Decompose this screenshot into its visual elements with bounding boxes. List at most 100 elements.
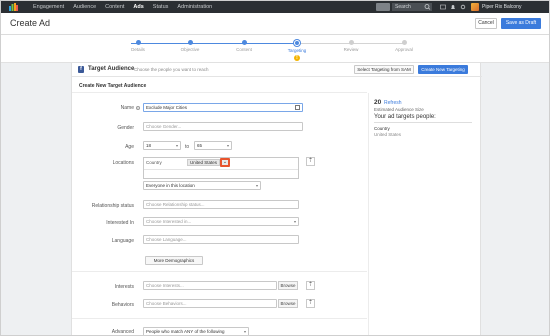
step-label: Targeting [287, 48, 307, 53]
name-value: Exclude Major Cities [146, 105, 188, 110]
search-icon[interactable] [423, 3, 432, 11]
progress-stepper: Details Objective Content Targeting ! Re… [1, 35, 549, 63]
nav-ads[interactable]: Ads [133, 3, 143, 11]
step-details[interactable]: Details [113, 40, 163, 52]
country-select[interactable]: United States [187, 159, 220, 166]
section-title: Create New Target Audience [79, 83, 147, 89]
behaviors-browse-button[interactable]: Browse [278, 299, 298, 308]
step-label: Approval [395, 47, 413, 52]
avatar[interactable] [471, 3, 479, 11]
location-mode-select[interactable]: Everyone in this location ▾ [143, 181, 261, 190]
save-as-draft-button[interactable]: Save as Draft [501, 18, 541, 29]
panel-divider [368, 93, 369, 335]
locations-label: Locations [112, 160, 134, 166]
nav-content[interactable]: Content [105, 3, 124, 11]
target-audience-subtitle: Choose the people you want to reach [134, 67, 209, 72]
step-label: Content [236, 47, 252, 52]
advanced-value: People who match ANY of the following [146, 329, 225, 334]
target-audience-bar: f Target Audience Choose the people you … [72, 63, 482, 77]
nav-status[interactable]: Status [153, 3, 169, 11]
upload-icon[interactable]: ⇡ [306, 157, 315, 166]
interests-field[interactable]: Choose Interests... [143, 281, 277, 290]
relationship-label: Relationship status [91, 203, 134, 209]
country-label: Country [146, 160, 162, 165]
warning-icon: ! [294, 55, 300, 61]
chevron-down-icon[interactable]: ⌄ [220, 158, 230, 167]
chevron-down-icon: ▾ [293, 219, 296, 224]
step-review[interactable]: Review [326, 40, 376, 52]
audience-heading: Your ad targets people: [374, 114, 436, 120]
age-to-value: 65 [197, 143, 203, 148]
step-label: Details [131, 47, 145, 52]
gender-select[interactable]: Choose Gender... [143, 122, 303, 131]
app-window: Engagement Audience Content Ads Status A… [0, 0, 550, 336]
step-label: Objective [180, 47, 200, 52]
advanced-select[interactable]: People who match ANY of the following ▾ [143, 327, 249, 335]
upload-icon[interactable]: ⇡ [306, 281, 315, 290]
user-menu-button[interactable] [376, 3, 390, 11]
interested-in-select[interactable]: Choose Interested in... ▾ [143, 217, 299, 226]
nav-engagement[interactable]: Engagement [33, 3, 64, 11]
interested-in-placeholder: Choose Interested in... [146, 219, 192, 224]
divider [72, 92, 367, 93]
name-label: Name [120, 105, 134, 111]
step-content[interactable]: Content [219, 40, 269, 52]
audience-country-value: United States [374, 132, 402, 137]
facebook-icon: f [78, 66, 84, 73]
language-label: Language [111, 238, 134, 244]
top-nav: Engagement Audience Content Ads Status A… [1, 1, 549, 13]
nav-links: Engagement Audience Content Ads Status A… [33, 1, 221, 13]
select-targeting-sam-button[interactable]: Select Targeting from SAM [354, 65, 414, 74]
divider [144, 169, 298, 170]
page-header: Create Ad Cancel Save as Draft [1, 13, 549, 35]
account-name[interactable]: Piper Rix Balcony [482, 1, 521, 13]
behaviors-label: Behaviors [111, 302, 134, 308]
age-label: Age [125, 144, 134, 150]
targeting-panel: f Target Audience Choose the people you … [71, 63, 482, 335]
nav-audience[interactable]: Audience [73, 3, 96, 11]
divider [72, 271, 367, 272]
nav-administration[interactable]: Administration [177, 3, 212, 11]
audience-count: 20 [374, 99, 382, 106]
audience-size-label: Estimated Audience Size [374, 107, 424, 112]
audience-country-label: Country [374, 126, 390, 131]
info-icon[interactable]: i [136, 106, 140, 110]
app-logo-icon[interactable] [9, 3, 18, 11]
age-from-value: 18 [146, 143, 152, 148]
advanced-label: Advanced [111, 329, 134, 335]
divider [374, 122, 472, 123]
create-new-targeting-button[interactable]: Create New Targeting [418, 65, 468, 74]
settings-icon[interactable] [460, 4, 466, 10]
interests-label: Interests [114, 284, 134, 290]
location-mode-value: Everyone in this location [146, 183, 195, 188]
step-targeting[interactable]: Targeting ! [272, 40, 322, 61]
page-title: Create Ad [10, 18, 51, 28]
messages-icon[interactable] [440, 4, 446, 10]
age-to-label: to [185, 144, 190, 150]
step-approval[interactable]: Approval [379, 40, 429, 52]
cancel-button[interactable]: Cancel [475, 18, 497, 29]
more-demographics-button[interactable]: More Demographics [145, 256, 203, 265]
age-from-select[interactable]: 18 ▾ [143, 141, 181, 150]
chevron-down-icon: ▾ [243, 329, 246, 334]
behaviors-field[interactable]: Choose Behaviors... [143, 299, 277, 308]
chevron-down-icon: ▾ [255, 183, 258, 188]
step-label: Review [343, 47, 359, 52]
chevron-down-icon: ▾ [175, 143, 178, 148]
refresh-link[interactable]: Refresh [384, 100, 402, 106]
grid-icon[interactable] [295, 105, 300, 110]
notifications-icon[interactable] [450, 4, 456, 10]
relationship-select[interactable]: Choose Relationship status... [143, 200, 299, 209]
language-select[interactable]: Choose Language... [143, 235, 299, 244]
age-to-select[interactable]: 65 ▾ [194, 141, 232, 150]
chevron-down-icon: ▾ [226, 143, 229, 148]
upload-icon[interactable]: ⇡ [306, 299, 315, 308]
step-objective[interactable]: Objective [165, 40, 215, 52]
locations-field[interactable]: Country United States ⌄ [143, 157, 299, 179]
target-audience-title: Target Audience [88, 66, 135, 72]
interests-browse-button[interactable]: Browse [278, 281, 298, 290]
gender-label: Gender [117, 125, 134, 131]
interested-in-label: Interested In [106, 220, 134, 226]
name-field[interactable]: Exclude Major Cities [143, 103, 303, 112]
divider [72, 318, 367, 319]
